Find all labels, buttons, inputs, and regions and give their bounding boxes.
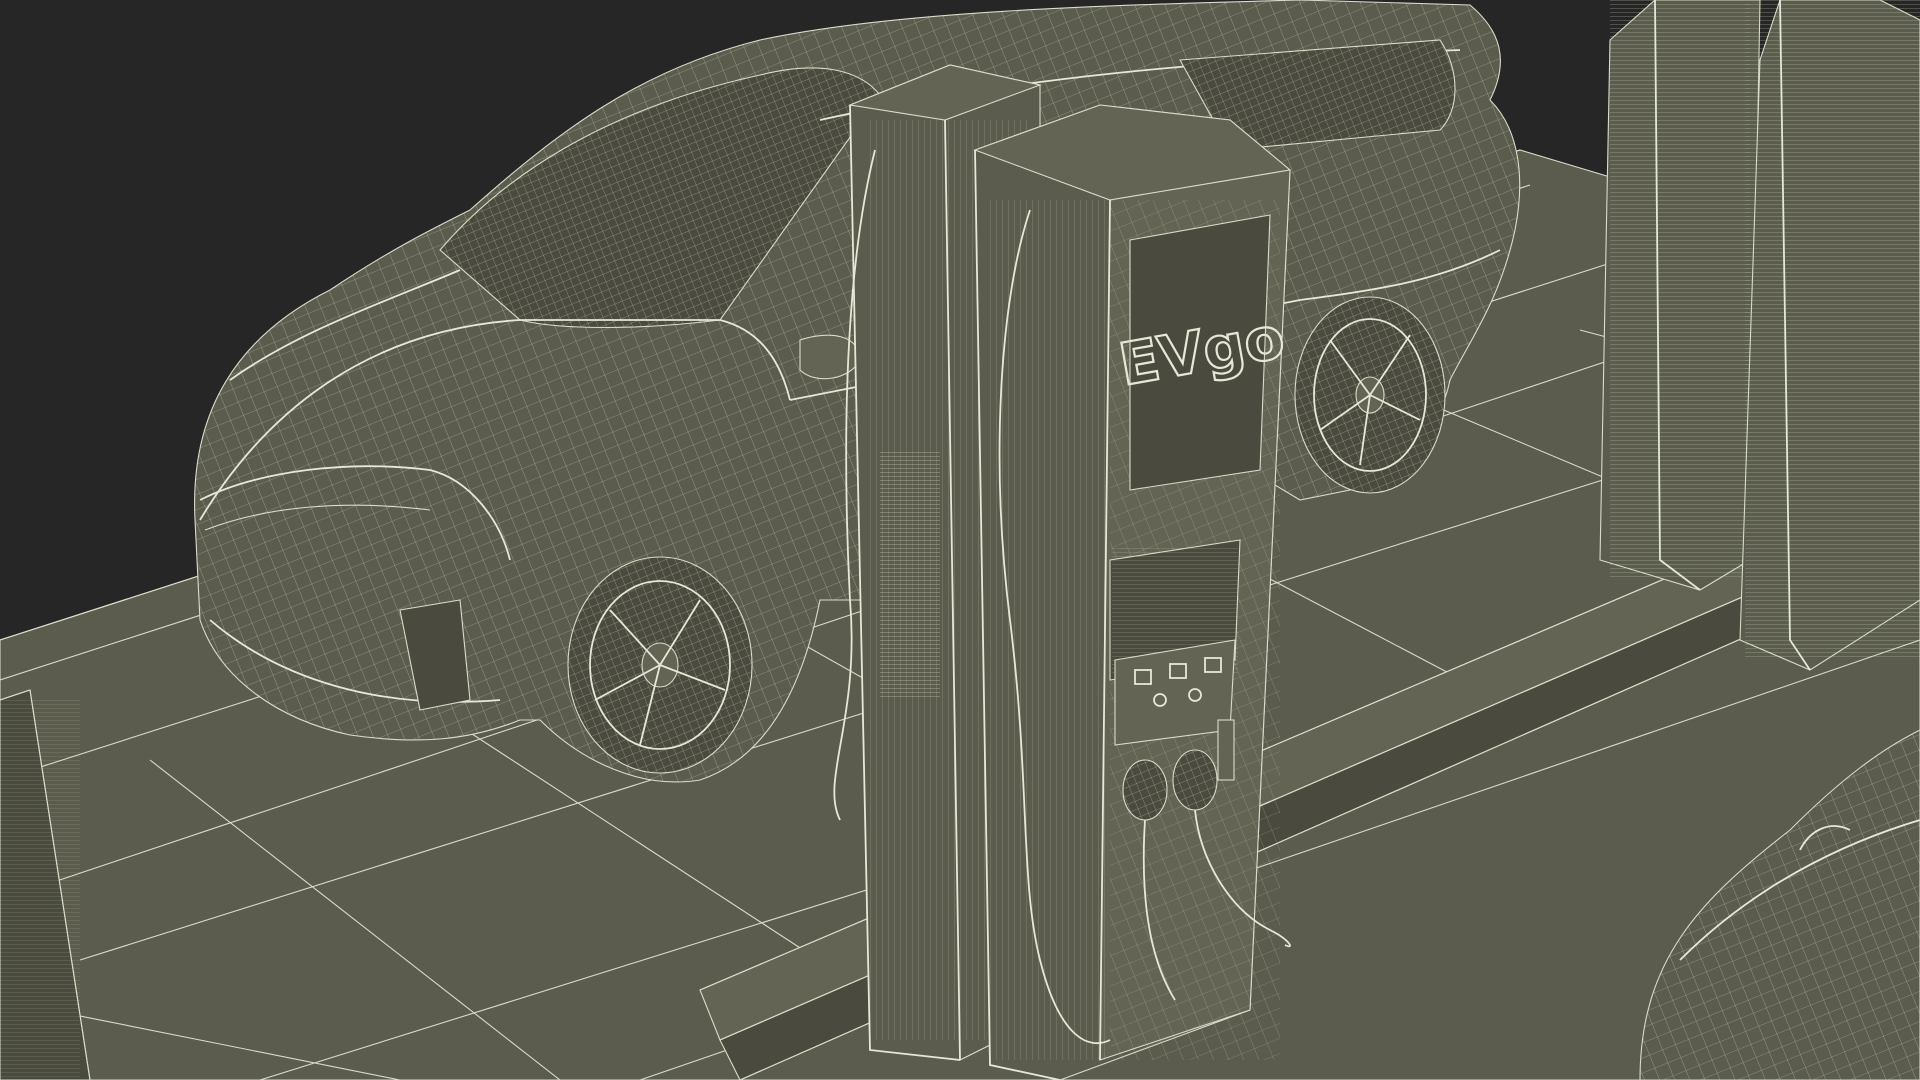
wireframe-render: EVgo <box>0 0 1920 1080</box>
rear-wheel <box>1294 296 1446 494</box>
background-pillars <box>1599 0 1920 671</box>
front-wheel <box>567 556 753 774</box>
left-post <box>0 689 91 1080</box>
charger-front-unit: EVgo <box>973 104 1292 1080</box>
